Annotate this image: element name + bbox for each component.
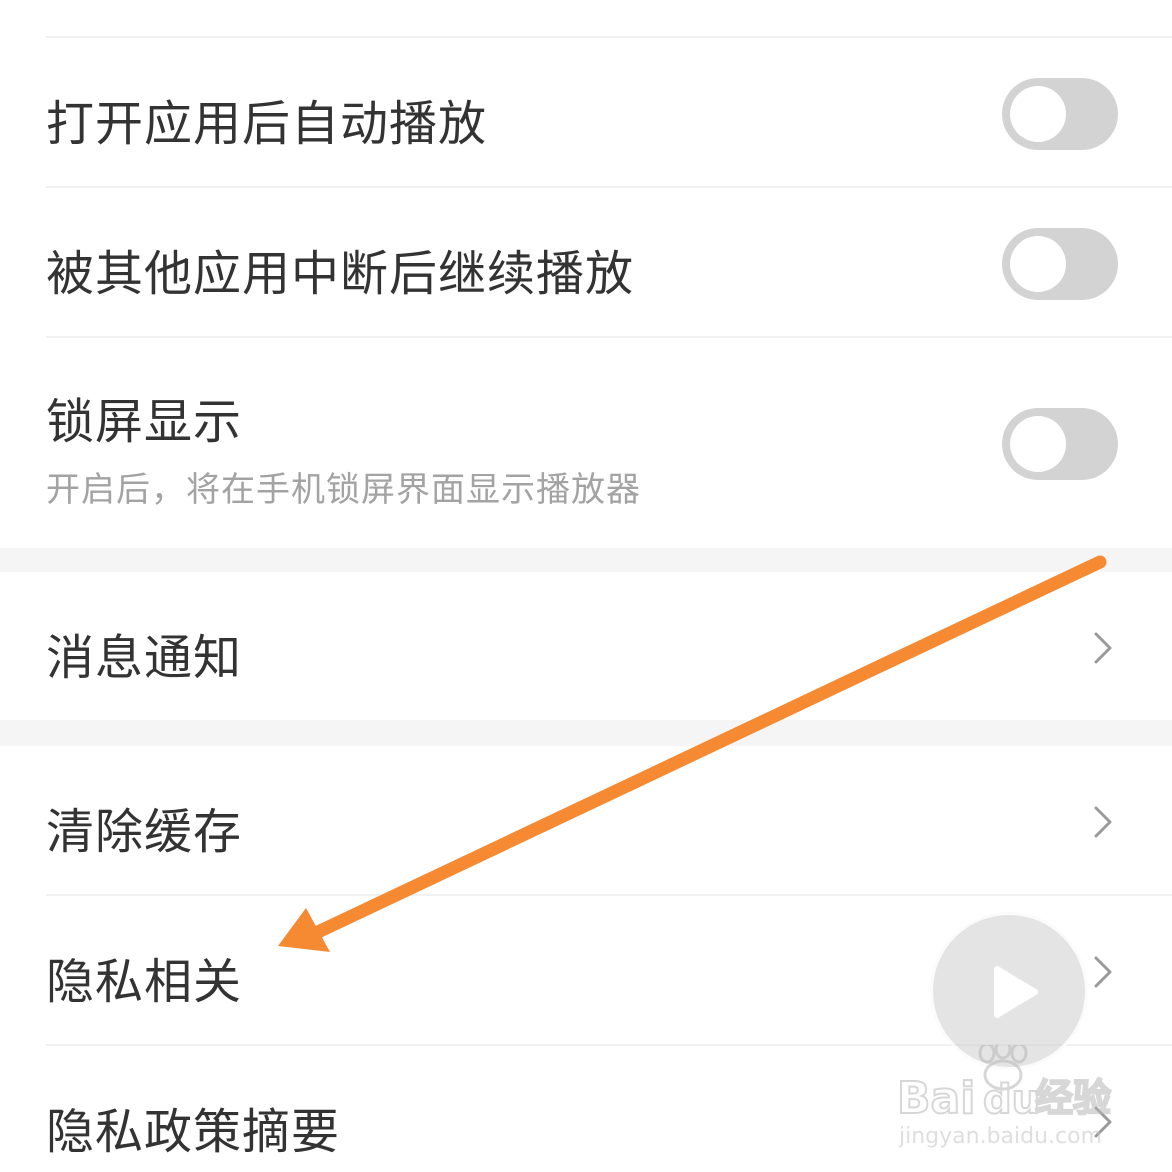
privacy-policy-label: 隐私政策摘要 [46,1104,341,1160]
baidu-jingyan-watermark: Bai du 经验 jingyan.baidu.com [896,1045,1112,1149]
notifications-label: 消息通知 [46,630,243,686]
auto-play-label: 打开应用后自动播放 [46,96,488,152]
svg-text:Bai: Bai [897,1073,975,1124]
toggle-knob [1010,416,1066,472]
chevron-right-icon [1094,806,1112,838]
chevron-right-icon [1094,956,1112,988]
svg-text:经验: 经验 [1035,1076,1111,1120]
resume-play-toggle[interactable] [1002,228,1118,300]
section-gap [0,720,1172,746]
setting-row-clear-cache[interactable]: 清除缓存 [0,746,1172,894]
toggle-knob [1010,236,1066,292]
setting-row-auto-play[interactable]: 打开应用后自动播放 [0,38,1172,186]
svg-text:du: du [983,1077,1040,1123]
svg-text:jingyan.baidu.com: jingyan.baidu.com [898,1124,1102,1149]
clear-cache-label: 清除缓存 [46,804,243,860]
toggle-knob [1010,86,1066,142]
section-gap [0,548,1172,572]
privacy-label: 隐私相关 [46,954,243,1010]
lock-screen-toggle[interactable] [1002,408,1118,480]
chevron-right-icon [1094,632,1112,664]
setting-row-notifications[interactable]: 消息通知 [0,572,1172,720]
auto-play-toggle[interactable] [1002,78,1118,150]
setting-row-lock-screen[interactable]: 锁屏显示 开启后，将在手机锁屏界面显示播放器 [0,338,1172,548]
lock-screen-description: 开启后，将在手机锁屏界面显示播放器 [46,470,641,510]
setting-row-resume-play[interactable]: 被其他应用中断后继续播放 [0,188,1172,336]
resume-play-label: 被其他应用中断后继续播放 [46,246,635,302]
lock-screen-label: 锁屏显示 [46,394,243,450]
